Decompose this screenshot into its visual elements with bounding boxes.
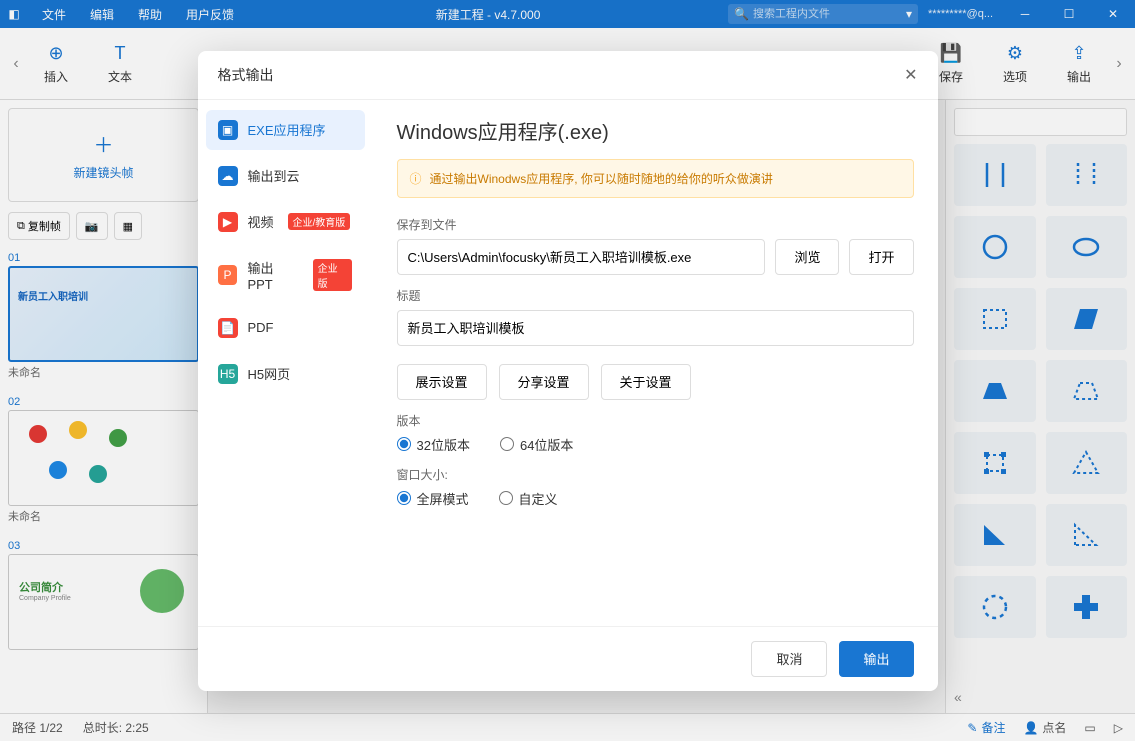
info-icon: ⓘ bbox=[410, 170, 422, 187]
window-icon: ▣ bbox=[218, 120, 238, 140]
radio-input[interactable] bbox=[500, 437, 514, 451]
browse-button[interactable]: 浏览 bbox=[775, 239, 839, 275]
share-settings-button[interactable]: 分享设置 bbox=[499, 364, 589, 400]
radio-input[interactable] bbox=[397, 437, 411, 451]
export-type-label: 输出到云 bbox=[248, 166, 300, 185]
export-dialog: 格式输出 ✕ ▣ EXE应用程序 ☁ 输出到云 ▶ 视频企业/教育版 P 输出PPT 企业… bbox=[198, 51, 938, 691]
export-type-pdf[interactable]: 📄 PDF bbox=[206, 308, 365, 348]
radio-fullscreen[interactable]: 全屏模式 bbox=[397, 489, 469, 508]
play-icon: ▶ bbox=[218, 212, 238, 232]
radio-label: 全屏模式 bbox=[417, 489, 469, 508]
badge: 企业版 bbox=[313, 259, 353, 291]
about-settings-button[interactable]: 关于设置 bbox=[601, 364, 691, 400]
radio-input[interactable] bbox=[397, 491, 411, 505]
export-type-ppt[interactable]: P 输出PPT 企业版 bbox=[206, 248, 365, 302]
title-field-label: 标题 bbox=[397, 287, 914, 304]
radio-32bit[interactable]: 32位版本 bbox=[397, 435, 470, 454]
radio-label: 自定义 bbox=[519, 489, 558, 508]
radio-label: 32位版本 bbox=[417, 435, 470, 454]
badge: 企业/教育版 bbox=[288, 213, 351, 230]
tip-banner: ⓘ 通过输出Winodws应用程序, 你可以随时随地的给你的听众做演讲 bbox=[397, 159, 914, 198]
title-input[interactable] bbox=[397, 310, 914, 346]
export-type-label: PDF bbox=[248, 320, 274, 335]
dialog-close-button[interactable]: ✕ bbox=[904, 65, 917, 85]
export-type-label: H5网页 bbox=[248, 364, 291, 383]
h5-icon: H5 bbox=[218, 364, 238, 384]
window-size-label: 窗口大小: bbox=[397, 466, 914, 483]
cancel-button[interactable]: 取消 bbox=[751, 641, 827, 677]
export-type-h5[interactable]: H5 H5网页 bbox=[206, 354, 365, 394]
pdf-icon: 📄 bbox=[218, 318, 238, 338]
export-type-video[interactable]: ▶ 视频企业/教育版 bbox=[206, 202, 365, 242]
export-type-list: ▣EXE应用程序 ☁输出到云 ▶视频企业/教育版 P输出PPT企业版 📄PDF … bbox=[198, 100, 373, 626]
modal-overlay: 格式输出 ✕ ▣ EXE应用程序 ☁ 输出到云 ▶ 视频企业/教育版 P 输出PPT 企业… bbox=[0, 0, 1135, 741]
radio-input[interactable] bbox=[499, 491, 513, 505]
export-type-label: 视频 bbox=[248, 212, 274, 231]
ppt-icon: P bbox=[218, 265, 238, 285]
dialog-title: 格式输出 bbox=[218, 65, 274, 85]
version-label: 版本 bbox=[397, 412, 914, 429]
save-path-input[interactable] bbox=[397, 239, 766, 275]
export-type-cloud[interactable]: ☁ 输出到云 bbox=[206, 156, 365, 196]
export-heading: Windows应用程序(.exe) bbox=[397, 116, 914, 145]
export-type-label: 输出PPT bbox=[247, 258, 298, 292]
radio-custom[interactable]: 自定义 bbox=[499, 489, 558, 508]
display-settings-button[interactable]: 展示设置 bbox=[397, 364, 487, 400]
export-button[interactable]: 输出 bbox=[839, 641, 913, 677]
cloud-icon: ☁ bbox=[218, 166, 238, 186]
export-type-exe[interactable]: ▣ EXE应用程序 bbox=[206, 110, 365, 150]
export-settings: Windows应用程序(.exe) ⓘ 通过输出Winodws应用程序, 你可以随… bbox=[373, 100, 938, 626]
tip-text: 通过输出Winodws应用程序, 你可以随时随地的给你的听众做演讲 bbox=[430, 170, 773, 187]
radio-64bit[interactable]: 64位版本 bbox=[500, 435, 573, 454]
export-type-label: EXE应用程序 bbox=[248, 120, 326, 139]
radio-label: 64位版本 bbox=[520, 435, 573, 454]
open-button[interactable]: 打开 bbox=[849, 239, 913, 275]
save-path-label: 保存到文件 bbox=[397, 216, 914, 233]
